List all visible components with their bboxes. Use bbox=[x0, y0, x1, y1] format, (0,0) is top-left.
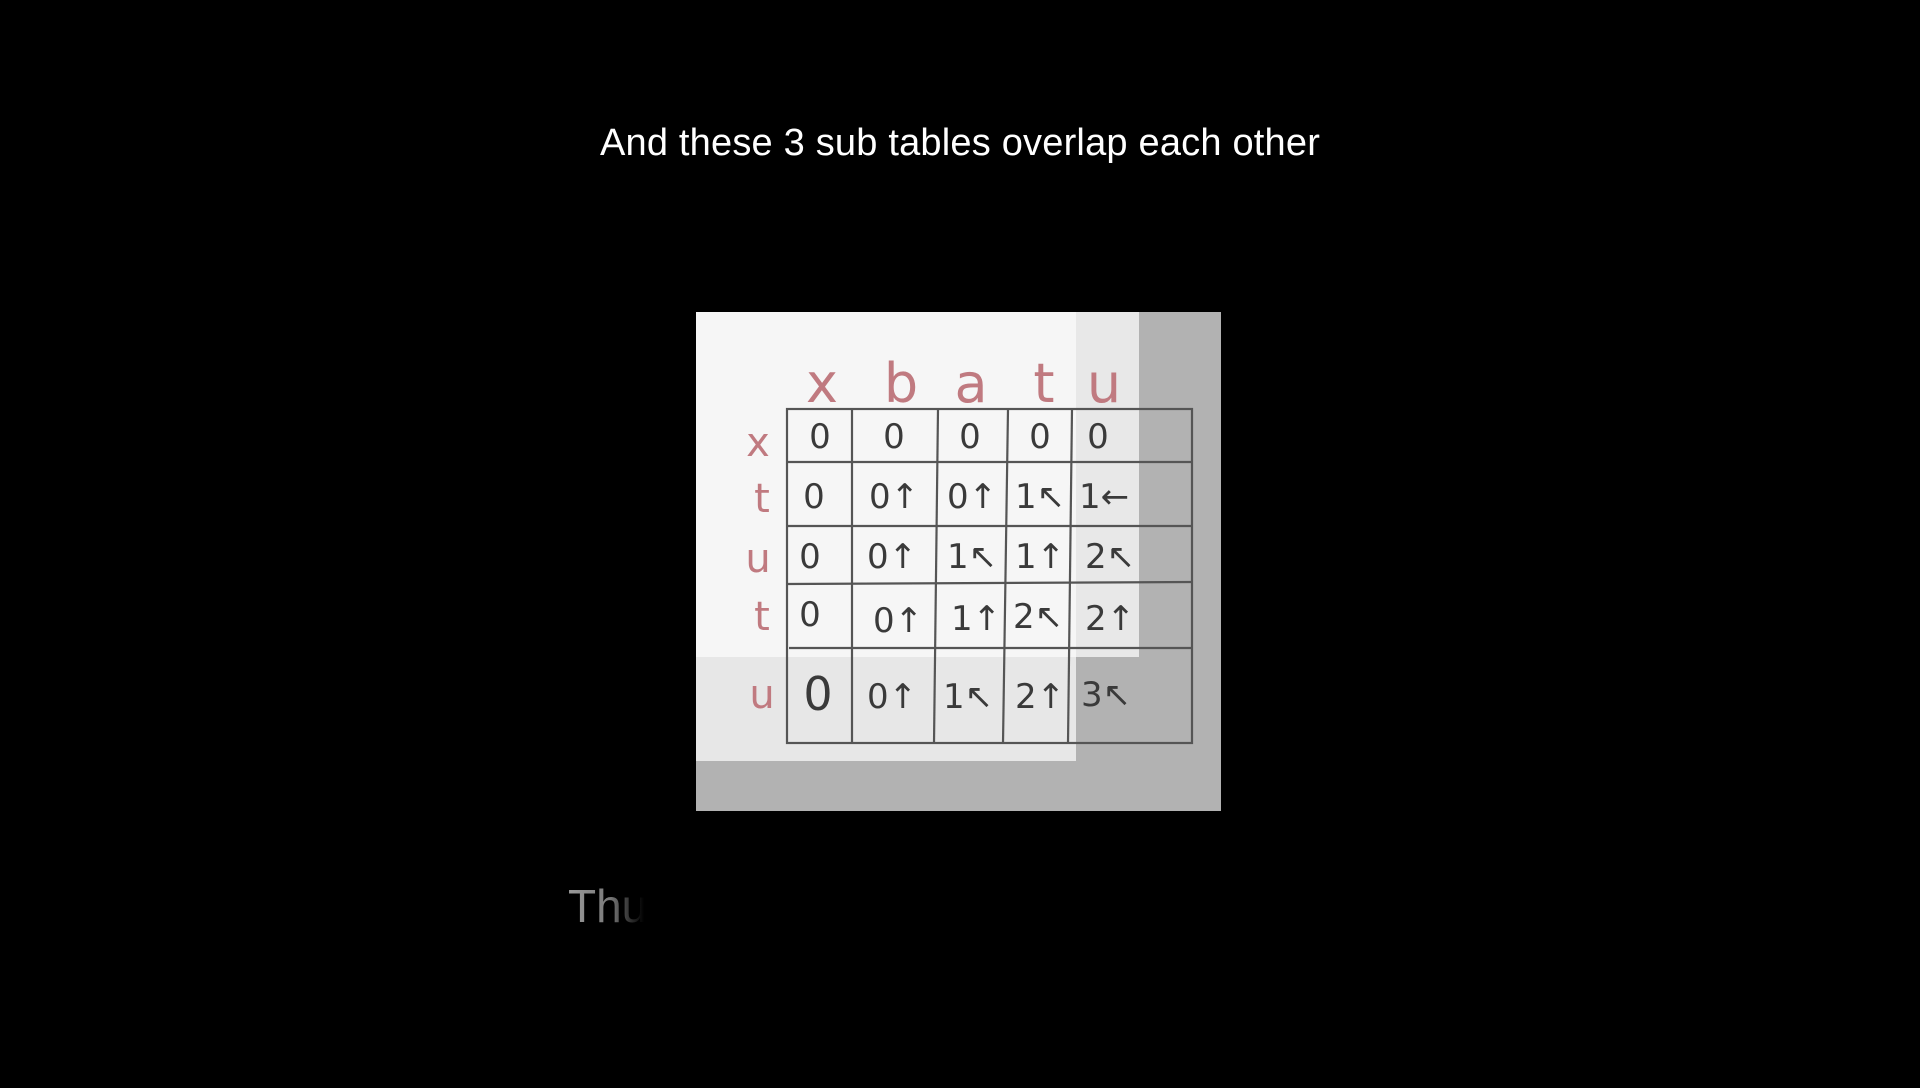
slide-figure: x b a t u x t u t u 0 0 0 0 0 0 0↑ 0↑ 1↖… bbox=[696, 312, 1221, 811]
table-cell: 0↑ bbox=[867, 537, 917, 577]
column-header: t bbox=[1033, 352, 1054, 415]
table-cell: 0↑ bbox=[869, 477, 919, 517]
table-cell: 1↑ bbox=[951, 599, 1001, 639]
table-cell: 0 bbox=[803, 667, 832, 721]
table-cell: 0 bbox=[799, 595, 821, 635]
table-cell: 1↑ bbox=[1015, 537, 1065, 577]
row-header: t bbox=[754, 476, 770, 522]
table-cell: 2↑ bbox=[1015, 677, 1065, 717]
row-header: x bbox=[746, 420, 770, 466]
table-cell: 1↖ bbox=[1015, 477, 1065, 517]
next-caption-fading: Thu bbox=[568, 880, 644, 932]
column-header: x bbox=[806, 352, 838, 415]
table-cell: 0↑ bbox=[867, 677, 917, 717]
table-cell: 0 bbox=[803, 477, 825, 517]
table-cell: 0 bbox=[1029, 417, 1051, 457]
column-header: a bbox=[954, 352, 987, 415]
table-cell: 1← bbox=[1079, 477, 1129, 517]
column-headers: x b a t u bbox=[806, 352, 1121, 415]
table-cell: 2↑ bbox=[1085, 599, 1135, 639]
table-cell: 1↖ bbox=[947, 537, 997, 577]
table-cell: 2↖ bbox=[1085, 537, 1135, 577]
row-header: t bbox=[754, 594, 770, 640]
table-cell: 0 bbox=[799, 537, 821, 577]
table-cell: 0 bbox=[883, 417, 905, 457]
slide-caption: And these 3 sub tables overlap each othe… bbox=[599, 122, 1321, 164]
row-header: u bbox=[749, 672, 774, 718]
table-cell: 2↖ bbox=[1013, 597, 1063, 637]
lcs-table: x b a t u x t u t u 0 0 0 0 0 0 0↑ 0↑ 1↖… bbox=[745, 352, 1194, 745]
table-cell: 0 bbox=[809, 417, 831, 457]
table-cell: 0↑ bbox=[947, 477, 997, 517]
table-cell: 3↖ bbox=[1081, 675, 1131, 715]
column-header: u bbox=[1087, 352, 1121, 415]
column-header: b bbox=[884, 352, 918, 415]
row-header: u bbox=[745, 536, 770, 582]
table-cell: 1↖ bbox=[943, 677, 993, 717]
table-cell: 0 bbox=[1087, 417, 1109, 457]
row-headers: x t u t u bbox=[745, 420, 774, 718]
table-cell: 0↑ bbox=[873, 601, 923, 641]
table-cell: 0 bbox=[959, 417, 981, 457]
